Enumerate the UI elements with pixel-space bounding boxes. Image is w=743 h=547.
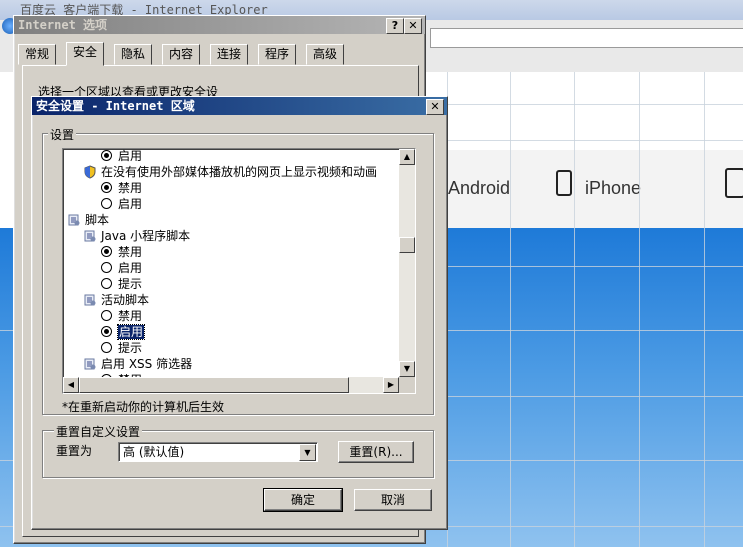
scroll-right-icon[interactable]: ▶ [383,377,399,393]
radio-option[interactable]: 禁用 [101,180,142,196]
radio-checked-icon[interactable] [101,150,112,161]
reset-level-value: 高 (默认值) [123,445,185,459]
tree-item-label: 启用 [118,261,143,275]
reset-to-label: 重置为 [56,444,93,458]
internet-options-title: Internet 选项 [18,18,108,32]
tree-item[interactable]: 在没有使用外部媒体播放机的网页上显示视频和动画 [83,164,377,180]
tree-item-label: 启用 [116,324,146,340]
tree-item-label: 提示 [118,277,143,291]
ok-button[interactable]: 确定 [263,488,343,512]
radio-unchecked-icon[interactable] [101,198,112,209]
internet-options-titlebar: Internet 选项 [14,16,425,34]
radio-option[interactable]: 提示 [101,276,142,292]
tab-privacy[interactable]: 隐私 [114,44,153,65]
tablet-icon [725,168,743,198]
security-settings-dialog: 安全设置 - Internet 区域 ✕ 设置 启用在没有使用外部媒体播放机的网… [31,96,448,530]
reset-level-select[interactable]: 高 (默认值) ▼ [118,442,318,462]
scroll-up-icon[interactable]: ▲ [399,149,415,165]
address-bar[interactable] [430,28,743,48]
tree-item[interactable]: 脚本 [67,212,109,228]
radio-option[interactable]: 启用 [101,260,142,276]
settings-tree[interactable]: 启用 在没有使用外部媒体播放机的网页上显示视频和动画 禁用 启用 脚本 Java 小程序脚… [62,148,416,394]
radio-checked-icon[interactable] [101,326,112,337]
hscroll-thumb[interactable] [79,377,349,393]
tree-item-label: 提示 [118,341,143,355]
vertical-scrollbar[interactable]: ▲ ▼ [399,149,415,377]
radio-checked-icon[interactable] [101,246,112,257]
tree-item[interactable]: 活动脚本 [83,292,149,308]
tree-item-label: 活动脚本 [101,293,150,307]
script-settings-icon [83,357,97,371]
nav-android[interactable]: Android [448,178,510,199]
scroll-thumb[interactable] [399,237,415,253]
tab-content[interactable]: 内容 [162,44,201,65]
radio-option[interactable]: 禁用 [101,244,142,260]
radio-option[interactable]: 禁用 [101,308,142,324]
help-button[interactable]: ? [386,18,404,34]
tree-item-label: 禁用 [118,245,143,259]
tree-item[interactable]: 启用 XSS 筛选器 [83,356,192,372]
radio-option[interactable]: 启用 [101,149,142,164]
nav-iphone[interactable]: iPhone [585,178,641,199]
close-icon[interactable]: ✕ [404,18,422,34]
tree-item-label: 脚本 [85,213,110,227]
script-settings-icon [83,293,97,307]
tab-security[interactable]: 安全 [66,42,105,66]
radio-option[interactable]: 启用 [101,324,146,340]
radio-option[interactable]: 启用 [101,196,142,212]
tree-item-label: Java 小程序脚本 [101,229,191,243]
tree-item[interactable]: Java 小程序脚本 [83,228,190,244]
scroll-down-icon[interactable]: ▼ [399,361,415,377]
radio-unchecked-icon[interactable] [101,310,112,321]
script-settings-icon [83,229,97,243]
radio-option[interactable]: 提示 [101,340,142,356]
reset-group-label: 重置自定义设置 [54,423,143,440]
radio-checked-icon[interactable] [101,182,112,193]
scroll-left-icon[interactable]: ◀ [63,377,79,393]
radio-unchecked-icon[interactable] [101,342,112,353]
settings-group-label: 设置 [48,126,77,143]
restart-note: *在重新启动你的计算机后生效 [62,400,225,414]
tab-connections[interactable]: 连接 [210,44,249,65]
cancel-button[interactable]: 取消 [354,489,432,511]
radio-unchecked-icon[interactable] [101,262,112,273]
tree-item-label: 禁用 [118,309,143,323]
tree-item-label: 启用 [118,197,143,211]
tab-advanced[interactable]: 高级 [306,44,345,65]
security-settings-title: 安全设置 - Internet 区域 [36,99,195,113]
tree-item-label: 启用 [118,149,143,163]
tab-general[interactable]: 常规 [18,44,57,65]
close-icon[interactable]: ✕ [426,99,444,115]
tab-programs[interactable]: 程序 [258,44,297,65]
horizontal-scrollbar[interactable]: ◀ ▶ [63,377,399,393]
chevron-down-icon[interactable]: ▼ [299,444,316,461]
tree-item-label: 启用 XSS 筛选器 [101,357,193,371]
shield-icon [83,165,97,179]
radio-unchecked-icon[interactable] [101,278,112,289]
tree-item-label: 在没有使用外部媒体播放机的网页上显示视频和动画 [101,165,378,179]
tree-item-label: 禁用 [118,181,143,195]
script-settings-icon [67,213,81,227]
security-settings-titlebar: 安全设置 - Internet 区域 [32,97,447,115]
phone-icon [556,170,572,196]
reset-button[interactable]: 重置(R)... [338,441,414,463]
scrollbar-corner [399,377,415,393]
